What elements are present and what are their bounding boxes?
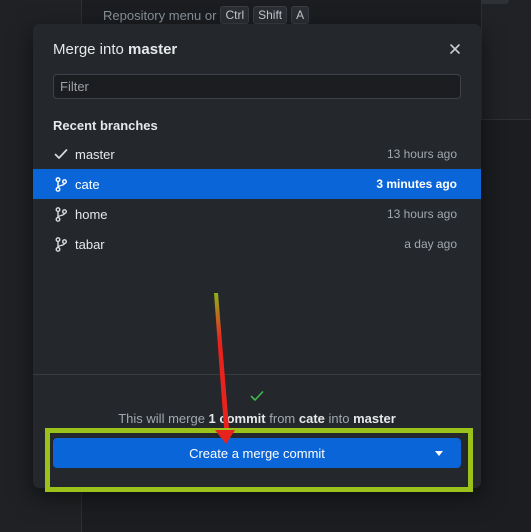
close-icon — [450, 44, 460, 54]
branch-time: 13 hours ago — [386, 147, 457, 161]
branch-icon — [53, 206, 69, 222]
branch-time: a day ago — [404, 237, 457, 251]
filter-wrap — [33, 74, 481, 99]
merge-msg-target: master — [353, 411, 396, 426]
branch-item-cate[interactable]: cate 3 minutes ago — [33, 169, 481, 199]
merge-button-label: Create a merge commit — [189, 445, 325, 461]
merge-msg-into: into — [328, 411, 350, 426]
branch-name: home — [75, 206, 108, 222]
hint-text: Repository menu or — [103, 7, 217, 23]
merge-msg-prefix: This will merge — [118, 411, 205, 426]
dialog-footer: This will merge 1 commit from cate into … — [33, 374, 481, 488]
branch-name: tabar — [75, 236, 105, 252]
branch-item-master[interactable]: master 13 hours ago — [33, 139, 481, 169]
background-button — [481, 0, 509, 4]
branch-item-tabar[interactable]: tabar a day ago — [33, 229, 481, 259]
recent-branches-heading: Recent branches — [53, 118, 158, 133]
key-a: A — [291, 6, 310, 24]
dialog-title-branch: master — [128, 40, 178, 58]
branch-list: master 13 hours ago cate 3 minutes ago h… — [33, 139, 481, 259]
merge-msg-source: cate — [298, 411, 325, 426]
dialog-title: Merge into master — [53, 41, 177, 58]
dialog-header: Merge into master — [33, 24, 481, 74]
merge-msg-from: from — [269, 411, 296, 426]
branch-icon — [53, 176, 69, 192]
key-shift: Shift — [253, 6, 288, 24]
create-merge-commit-button[interactable]: Create a merge commit — [53, 438, 461, 468]
branch-time: 3 minutes ago — [376, 177, 457, 191]
close-button[interactable] — [447, 41, 463, 57]
background-panel — [481, 0, 531, 120]
dialog-title-prefix: Merge into — [53, 40, 124, 58]
merge-summary: This will merge 1 commit from cate into … — [33, 411, 481, 426]
success-check-icon — [250, 391, 264, 401]
caret-down-icon[interactable] — [435, 451, 443, 456]
branch-name: master — [75, 146, 115, 162]
branch-name: cate — [75, 176, 100, 192]
branch-time: 13 hours ago — [386, 207, 457, 221]
merge-msg-count: 1 commit — [208, 411, 266, 426]
check-icon — [53, 146, 69, 162]
repository-menu-hint: Repository menu or Ctrl Shift A — [103, 6, 310, 24]
branch-item-home[interactable]: home 13 hours ago — [33, 199, 481, 229]
filter-input[interactable] — [53, 74, 461, 99]
key-ctrl: Ctrl — [220, 6, 250, 24]
branch-icon — [53, 236, 69, 252]
merge-dialog: Merge into master Recent branches master… — [33, 24, 481, 488]
